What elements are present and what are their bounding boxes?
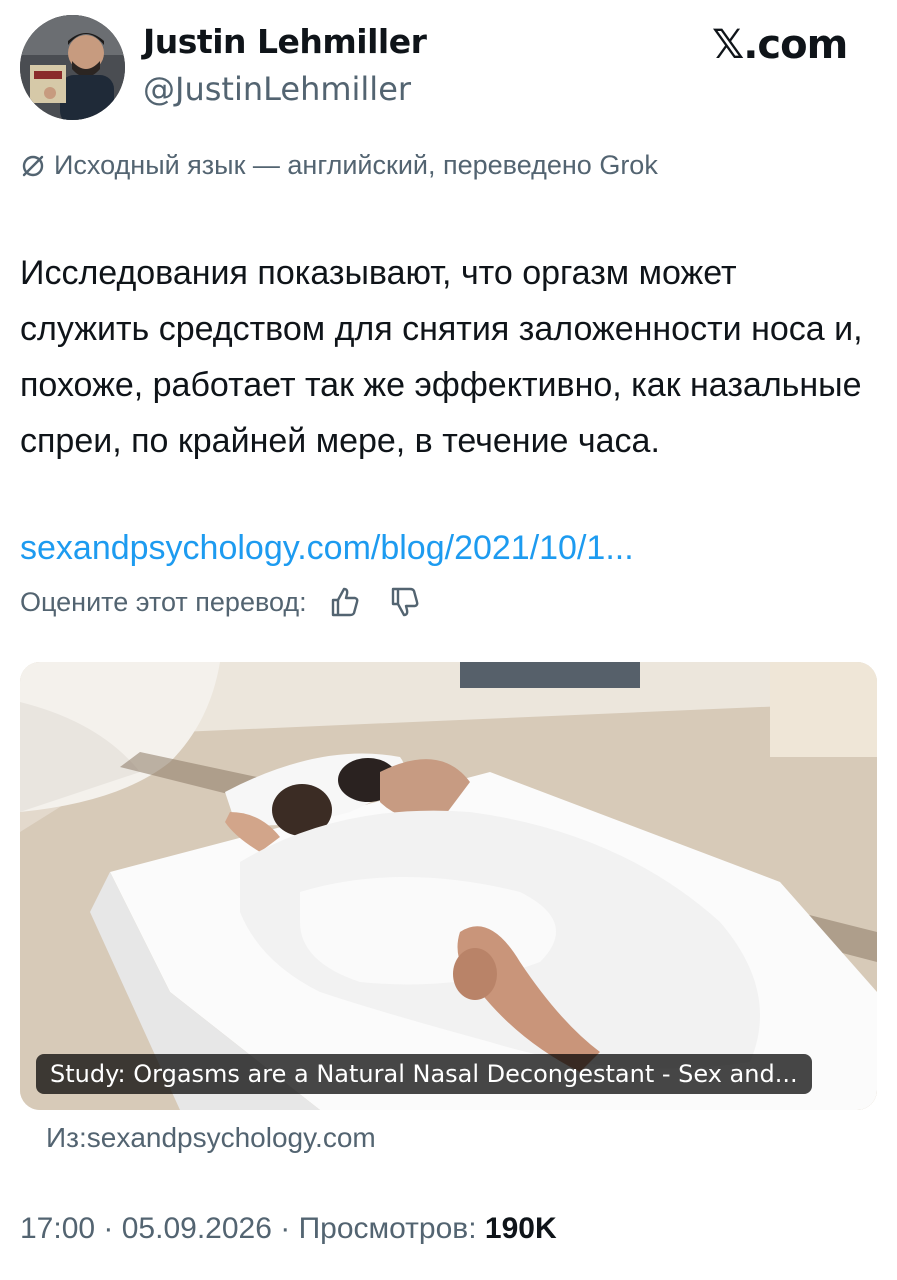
thumbs-down-icon[interactable] xyxy=(387,585,421,619)
translate-slash-icon xyxy=(22,155,44,176)
views-label: Просмотров: xyxy=(298,1212,477,1245)
views-count: 190K xyxy=(484,1212,557,1245)
translation-note: Исходный язык — английский, переведено G… xyxy=(20,150,658,181)
thumbs-up-icon[interactable] xyxy=(327,585,361,619)
meta-separator: · xyxy=(280,1212,299,1245)
card-image xyxy=(20,662,877,1110)
tweet-link[interactable]: sexandpsychology.com/blog/2021/10/1... xyxy=(20,520,634,576)
rate-translation-label: Оцените этот перевод: xyxy=(20,586,307,617)
avatar[interactable] xyxy=(20,15,125,120)
translation-note-text: Исходный язык — английский, переведено G… xyxy=(54,150,658,180)
link-card[interactable]: Study: Orgasms are a Natural Nasal Decon… xyxy=(20,662,877,1110)
tweet-text: Исследования показывают, что оргазм може… xyxy=(20,254,863,460)
meta-separator: · xyxy=(103,1212,122,1245)
brand-logo: 𝕏.com xyxy=(712,22,848,68)
card-caption: Study: Orgasms are a Natural Nasal Decon… xyxy=(36,1054,812,1094)
card-source[interactable]: Из:sexandpsychology.com xyxy=(46,1122,376,1154)
x-logo-icon: 𝕏.com xyxy=(712,22,848,68)
rate-translation: Оцените этот перевод: xyxy=(20,585,421,619)
tweet-date[interactable]: 05.09.2026 xyxy=(122,1212,272,1245)
tweet-time[interactable]: 17:00 xyxy=(20,1212,95,1245)
author-display-name[interactable]: Justin Lehmiller xyxy=(143,22,427,61)
avatar-photo xyxy=(20,15,125,120)
tweet-meta: 17:00 · 05.09.2026 · Просмотров: 190K xyxy=(20,1212,557,1246)
author-handle[interactable]: @JustinLehmiller xyxy=(143,70,411,108)
